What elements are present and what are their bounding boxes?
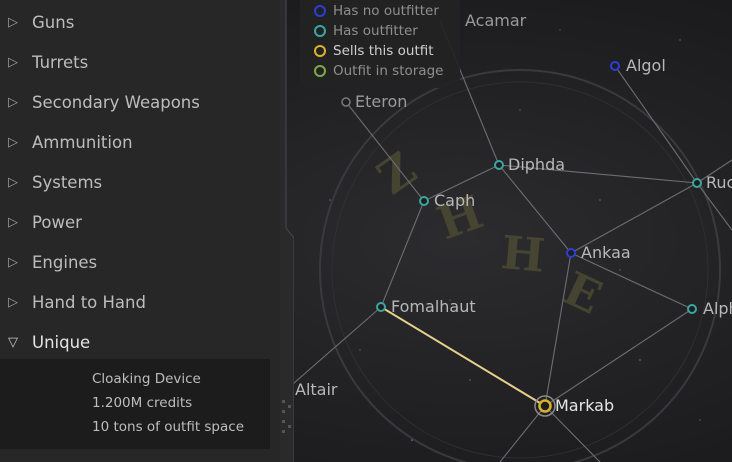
category-power[interactable]: ▷ Power (0, 207, 280, 237)
expand-arrow-icon: ▷ (8, 94, 18, 110)
system-nodes (281, 61, 702, 417)
sidebar-edge-frame (280, 0, 294, 462)
category-label: Secondary Weapons (32, 92, 200, 112)
category-engines[interactable]: ▷ Engines (0, 247, 280, 277)
ring-icon (314, 25, 326, 37)
category-label: Systems (32, 172, 103, 192)
map-legend: Has no outfitter Has outfitter Sells thi… (300, 0, 460, 88)
legend-item-no-outfitter: Has no outfitter (314, 2, 439, 20)
legend-item-has-outfitter: Has outfitter (314, 22, 418, 40)
category-label: Ammunition (32, 132, 133, 152)
ring-icon (314, 5, 326, 17)
legend-item-sells-outfit: Sells this outfit (314, 42, 434, 60)
legend-label: Sells this outfit (333, 43, 434, 59)
legend-label: Has no outfitter (333, 3, 439, 19)
category-label: Engines (32, 252, 98, 272)
system-node-diphda[interactable] (494, 160, 504, 170)
ring-icon (314, 65, 326, 77)
expand-arrow-icon: ▷ (8, 294, 18, 310)
ring-icon (314, 45, 326, 57)
system-label-markab[interactable]: Markab (555, 397, 614, 415)
category-unique[interactable]: ▽ Unique (0, 327, 280, 357)
system-label-fomalhaut[interactable]: Fomalhaut (391, 298, 476, 316)
system-label-eteron[interactable]: Eteron (355, 93, 407, 111)
legend-label: Has outfitter (333, 23, 418, 39)
system-node-ankaa[interactable] (566, 248, 576, 258)
system-label-algol[interactable]: Algol (626, 57, 666, 75)
system-node-algol[interactable] (610, 61, 620, 71)
link-algol-ruchbah (614, 65, 698, 184)
category-label: Guns (32, 12, 75, 32)
route-line (380, 306, 546, 407)
system-label-caph[interactable]: Caph (434, 192, 475, 210)
system-node-alpheratz[interactable] (687, 304, 697, 314)
outfit-space: 10 tons of outfit space (92, 419, 245, 435)
expand-arrow-icon: ▷ (8, 54, 18, 70)
outfit-item-cloaking-device[interactable]: Cloaking Device 1.200M credits 10 tons o… (0, 359, 270, 449)
system-node-eteron[interactable] (341, 97, 351, 107)
outfit-cost: 1.200M credits (92, 395, 193, 411)
category-ammunition[interactable]: ▷ Ammunition (0, 127, 280, 157)
category-systems[interactable]: ▷ Systems (0, 167, 280, 197)
legend-label: Outfit in storage (333, 63, 444, 79)
collapse-arrow-icon: ▽ (8, 334, 18, 350)
system-node-ruchbah[interactable] (692, 178, 702, 188)
legend-item-in-storage: Outfit in storage (314, 62, 443, 80)
category-label: Power (32, 212, 82, 232)
category-guns[interactable]: ▷ Guns (0, 7, 280, 37)
link-fomalhaut-altair (285, 306, 382, 391)
system-label-acamar[interactable]: Acamar (465, 12, 526, 30)
category-label: Hand to Hand (32, 292, 146, 312)
category-label: Unique (32, 332, 91, 352)
category-secondary-weapons[interactable]: ▷ Secondary Weapons (0, 87, 280, 117)
expand-arrow-icon: ▷ (8, 254, 18, 270)
link-ankaa-markab (544, 252, 572, 407)
expand-arrow-icon: ▷ (8, 14, 18, 30)
system-label-alpheratz[interactable]: Alph (703, 300, 732, 318)
expand-arrow-icon: ▷ (8, 214, 18, 230)
outfit-category-sidebar: ▷ Guns ▷ Turrets ▷ Secondary Weapons ▷ A… (0, 0, 280, 462)
system-label-diphda[interactable]: Diphda (508, 156, 565, 174)
category-turrets[interactable]: ▷ Turrets (0, 47, 280, 77)
expand-arrow-icon: ▷ (8, 134, 18, 150)
outfitter-screen: ZHHE Acamar Algol Eteron Diphda Ruc Caph Ankaa… (0, 0, 732, 462)
outfit-name: Cloaking Device (92, 371, 201, 387)
system-label-ruchbah[interactable]: Ruc (706, 174, 732, 192)
link-alpheratz-markab (544, 308, 693, 407)
system-node-caph[interactable] (419, 196, 429, 206)
category-label: Turrets (32, 52, 89, 72)
category-hand-to-hand[interactable]: ▷ Hand to Hand (0, 287, 280, 317)
travel-route (380, 306, 546, 407)
system-label-altair[interactable]: Altair (295, 381, 338, 399)
link-offscreen (499, 405, 546, 462)
system-node-markab[interactable] (538, 399, 552, 413)
expand-arrow-icon: ▷ (8, 174, 18, 190)
system-node-fomalhaut[interactable] (376, 302, 386, 312)
link-caph-fomalhaut (380, 200, 425, 308)
system-label-ankaa[interactable]: Ankaa (581, 244, 631, 262)
